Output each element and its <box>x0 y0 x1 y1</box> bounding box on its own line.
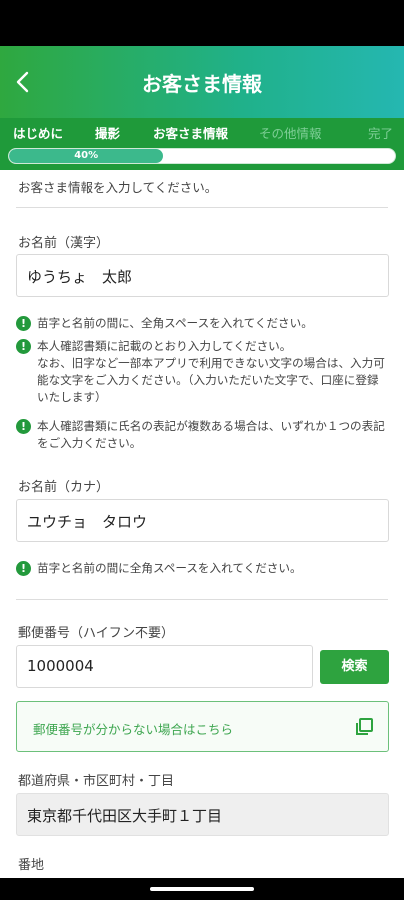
postal-code-input[interactable]: 1000004 <box>16 645 313 688</box>
page-title: お客さま情報 <box>142 72 262 96</box>
name-kana-label: お名前（カナ） <box>18 480 110 495</box>
search-button[interactable]: 検索 <box>320 650 389 684</box>
external-link-icon <box>356 718 373 735</box>
exclamation-circle-icon: ! <box>16 561 31 576</box>
note-text: 苗字と名前の間に全角スペースを入れてください。 <box>37 561 302 575</box>
banchi-label: 番地 <box>18 858 45 873</box>
prefecture-label: 都道府県・市区町村・丁目 <box>18 774 175 789</box>
step-other-info: その他情報 <box>259 126 322 141</box>
exclamation-circle-icon: ! <box>16 316 31 331</box>
note-text: 本人確認書類に記載のとおり入力してください。 なお、旧字など一部本アプリで利用で… <box>37 339 385 404</box>
note-text: 苗字と名前の間に、全角スペースを入れてください。 <box>37 316 313 330</box>
postal-lookup-text: 郵便番号が分からない場合はこちら <box>33 722 234 737</box>
app-header: お客さま情報 <box>0 46 404 118</box>
note-text: 本人確認書類に氏名の表記が複数ある場合は、いずれか１つの表記をご入力ください。 <box>37 419 385 450</box>
system-nav-bar <box>0 878 404 900</box>
form-content[interactable]: お客さま情報を入力してください。 お名前（漢字） ゆうちょ 太郎 ! 苗字と名前… <box>0 170 404 878</box>
step-customer-info: お客さま情報 <box>153 126 229 141</box>
exclamation-circle-icon: ! <box>16 419 31 434</box>
step-complete: 完了 <box>368 126 394 141</box>
name-kanji-input[interactable]: ゆうちょ 太郎 <box>16 254 389 297</box>
name-kanji-label: お名前（漢字） <box>18 236 110 251</box>
step-intro: はじめに <box>13 126 64 141</box>
form-intro: お客さま情報を入力してください。 <box>18 180 218 195</box>
divider <box>16 207 388 208</box>
status-bar <box>0 0 404 46</box>
home-indicator[interactable] <box>150 887 254 891</box>
postal-lookup-link[interactable]: 郵便番号が分からない場合はこちら <box>16 701 389 752</box>
exclamation-circle-icon: ! <box>16 339 31 354</box>
divider <box>16 599 388 600</box>
progress-bar: 40% <box>8 148 396 164</box>
name-kana-input[interactable]: ユウチョ タロウ <box>16 499 389 542</box>
step-photo: 撮影 <box>95 126 121 141</box>
progress-label: 40% <box>74 150 99 161</box>
progress-fill: 40% <box>9 149 164 163</box>
prefecture-field: 東京都千代田区大手町１丁目 <box>16 793 389 836</box>
progress-row: 40% <box>0 144 404 170</box>
postal-label: 郵便番号（ハイフン不要） <box>18 626 175 641</box>
